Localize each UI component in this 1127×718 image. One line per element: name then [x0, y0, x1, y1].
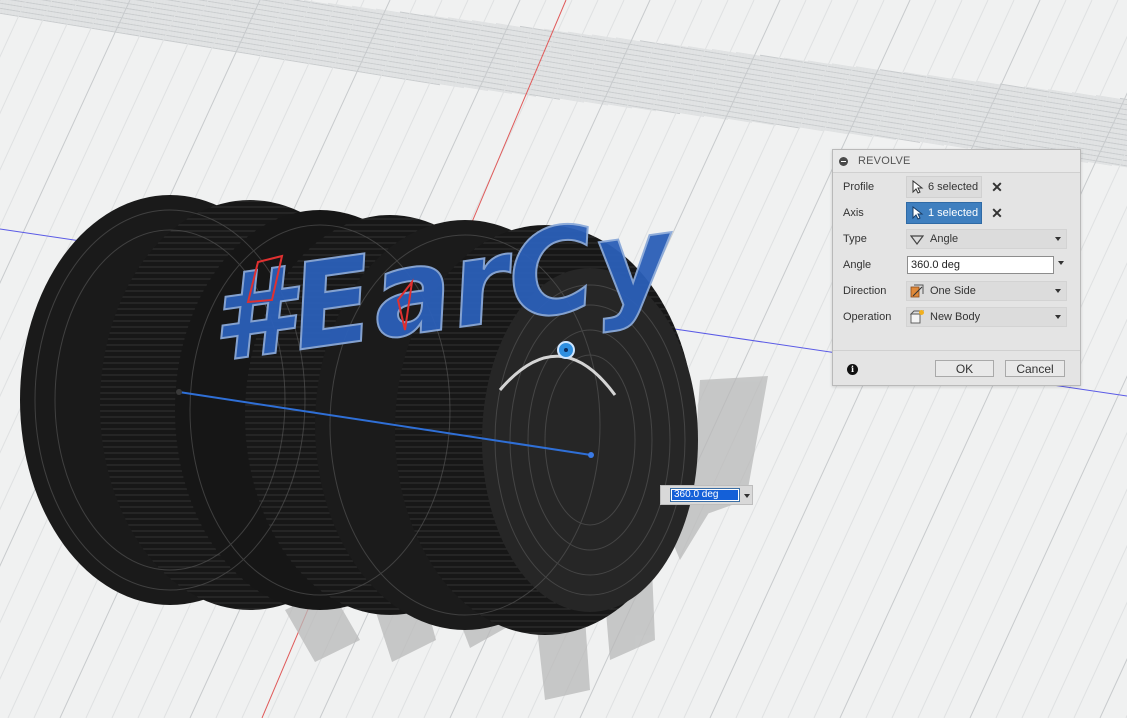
profile-label: Profile: [843, 181, 875, 193]
ok-button[interactable]: OK: [935, 360, 994, 377]
angle-manipulator-value: 360.0 deg: [672, 490, 738, 500]
type-label: Type: [843, 233, 867, 245]
chevron-down-icon: [1055, 315, 1061, 319]
clear-axis-icon[interactable]: ✕: [991, 206, 1003, 220]
operation-row: Operation New Body: [833, 306, 1082, 328]
axis-start-point: [176, 389, 182, 395]
axis-value: 1 selected: [928, 207, 979, 219]
axis-row: Axis 1 selected ✕: [833, 202, 1082, 224]
dialog-footer: i OK Cancel: [833, 350, 1080, 386]
pointer-cursor-icon: [912, 180, 924, 194]
one-side-icon: [910, 284, 924, 298]
profile-select-button[interactable]: 6 selected: [906, 176, 982, 198]
operation-value: New Body: [930, 311, 981, 323]
profile-row: Profile 6 selected ✕: [833, 176, 1082, 198]
direction-row: Direction One Side: [833, 280, 1082, 302]
direction-value: One Side: [930, 285, 976, 297]
angle-icon: [910, 235, 924, 245]
angle-input[interactable]: [907, 256, 1054, 274]
new-body-icon: [910, 310, 924, 324]
axis-label: Axis: [843, 207, 864, 219]
info-icon[interactable]: i: [847, 364, 858, 375]
chevron-down-icon: [1055, 237, 1061, 241]
clear-profile-icon[interactable]: ✕: [991, 180, 1003, 194]
revolve-dialog: REVOLVE Profile 6 selected ✕ Axis 1 sele…: [832, 149, 1081, 386]
angle-manipulator-input[interactable]: 360.0 deg: [670, 488, 740, 502]
handle-center: [564, 348, 568, 352]
profile-value: 6 selected: [928, 181, 979, 193]
direction-dropdown[interactable]: One Side: [906, 281, 1067, 301]
dialog-header: REVOLVE: [833, 150, 1080, 173]
angle-label: Angle: [843, 259, 872, 271]
cancel-button[interactable]: Cancel: [1005, 360, 1065, 377]
chevron-down-icon: [1055, 289, 1061, 293]
axis-end-point: [588, 452, 594, 458]
operation-label: Operation: [843, 311, 892, 323]
axis-select-button[interactable]: 1 selected: [906, 202, 982, 224]
chevron-down-icon[interactable]: [1058, 261, 1064, 265]
pointer-cursor-icon: [912, 206, 924, 220]
type-row: Type Angle: [833, 228, 1082, 250]
angle-row: Angle: [833, 254, 1082, 276]
dialog-title: REVOLVE: [858, 155, 911, 167]
type-dropdown[interactable]: Angle: [906, 229, 1067, 249]
collapse-icon[interactable]: [839, 156, 848, 166]
chevron-down-icon[interactable]: [744, 494, 750, 498]
direction-label: Direction: [843, 285, 887, 297]
angle-manipulator-box: 360.0 deg: [660, 485, 753, 505]
operation-dropdown[interactable]: New Body: [906, 307, 1067, 327]
type-value: Angle: [930, 233, 959, 245]
